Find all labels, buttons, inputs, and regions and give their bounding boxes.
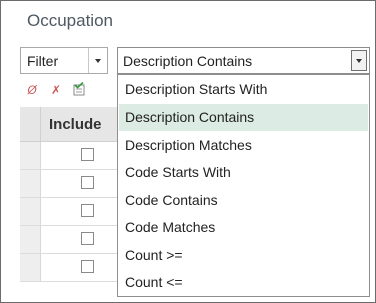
option-description-contains[interactable]: Description Contains (119, 104, 368, 131)
table-row (20, 198, 120, 226)
option-description-matches[interactable]: Description Matches (119, 132, 368, 159)
include-checkbox[interactable] (81, 232, 94, 245)
table-row (20, 170, 120, 198)
option-count-gte[interactable]: Count >= (119, 242, 368, 269)
include-checkbox[interactable] (81, 204, 94, 217)
include-column-header[interactable]: Include (49, 116, 102, 133)
table-row (20, 142, 120, 170)
include-checkbox[interactable] (81, 176, 94, 189)
row-header[interactable] (20, 142, 41, 169)
row-header[interactable] (20, 198, 41, 225)
filter-condition-value: Description Contains (123, 53, 253, 69)
option-description-starts-with[interactable]: Description Starts With (119, 76, 368, 103)
occupation-grid: Include (20, 107, 120, 299)
chevron-down-icon (356, 59, 362, 63)
filter-condition-select[interactable]: Description Contains (117, 47, 370, 74)
check-list-icon[interactable] (71, 81, 87, 98)
row-header[interactable] (20, 226, 41, 253)
chevron-down-icon (95, 59, 101, 63)
filter-mode-select[interactable]: Filter (20, 47, 108, 74)
table-row (20, 254, 120, 282)
filter-mode-dropdown-button[interactable] (88, 48, 107, 73)
option-count-lte[interactable]: Count <= (119, 269, 368, 296)
option-code-starts-with[interactable]: Code Starts With (119, 159, 368, 186)
grid-corner (20, 107, 41, 141)
option-code-contains[interactable]: Code Contains (119, 187, 368, 214)
row-header[interactable] (20, 254, 41, 281)
include-checkbox[interactable] (81, 148, 94, 161)
option-code-matches[interactable]: Code Matches (119, 214, 368, 241)
remove-filter-icon[interactable]: ✗ (48, 82, 64, 98)
panel-title: Occupation (27, 11, 113, 30)
table-row (20, 226, 120, 254)
row-header[interactable] (20, 170, 41, 197)
occupation-panel: Occupation Filter Description Contains Ø… (0, 0, 376, 303)
grid-header: Include (20, 107, 120, 142)
include-checkbox[interactable] (81, 260, 94, 273)
filter-condition-dropdown-button[interactable] (351, 50, 367, 71)
clear-filter-icon[interactable]: Ø (24, 82, 40, 98)
filter-mode-value: Filter (27, 53, 59, 69)
filter-condition-dropdown-list: Description Starts With Description Cont… (117, 74, 370, 297)
